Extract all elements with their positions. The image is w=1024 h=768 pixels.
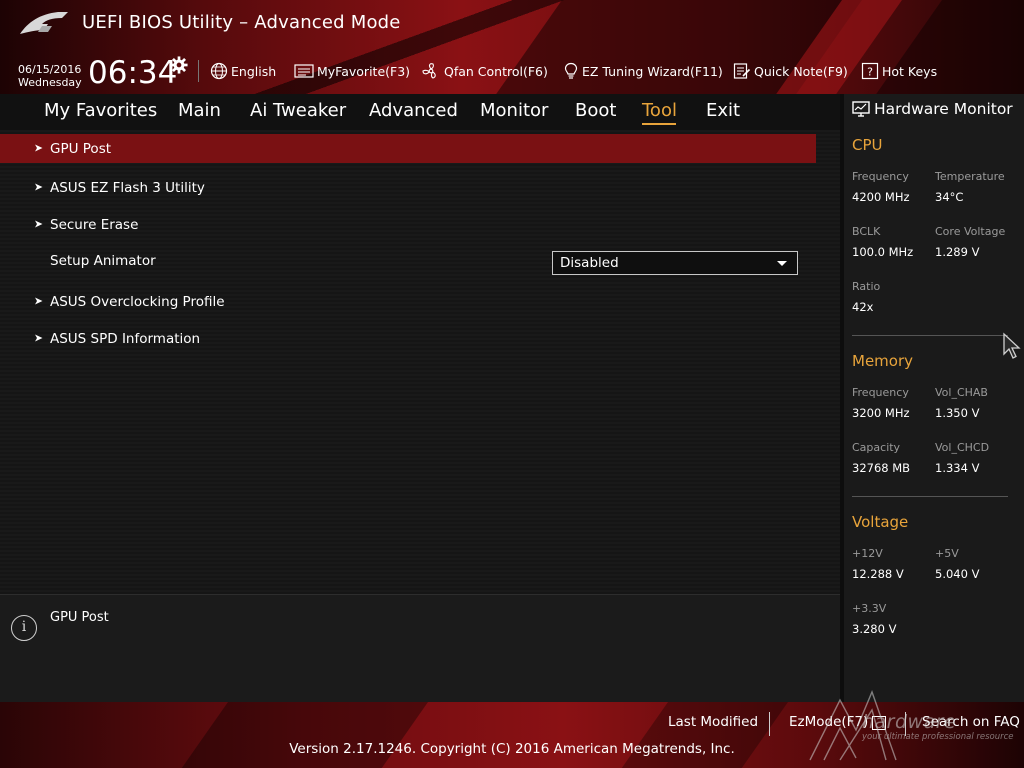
ez-tuning-wizard-button[interactable]: EZ Tuning Wizard(F11) bbox=[563, 62, 723, 80]
cpu-temperature-label: Temperature bbox=[935, 170, 1005, 183]
tab-tool[interactable]: Tool bbox=[642, 100, 677, 121]
bclk-label: BCLK bbox=[852, 225, 881, 238]
ratio-value: 42x bbox=[852, 300, 874, 314]
note-icon bbox=[733, 63, 751, 79]
core-voltage-label: Core Voltage bbox=[935, 225, 1006, 238]
menu-item-label: ASUS SPD Information bbox=[50, 331, 201, 347]
setup-animator-select[interactable]: Disabled bbox=[552, 251, 798, 275]
ez-tuning-wizard-label: EZ Tuning Wizard(F11) bbox=[582, 63, 723, 79]
menu-item-label: Secure Erase bbox=[50, 217, 139, 233]
favorite-list-icon bbox=[294, 64, 314, 78]
date-display[interactable]: 06/15/2016 Wednesday bbox=[18, 63, 82, 89]
tab-advanced[interactable]: Advanced bbox=[369, 100, 458, 121]
info-icon: i bbox=[11, 615, 37, 641]
fan-icon bbox=[422, 63, 436, 79]
qfan-control-button[interactable]: Qfan Control(F6) bbox=[421, 62, 548, 80]
clock-display[interactable]: 06:34 bbox=[88, 55, 177, 91]
capacity-label: Capacity bbox=[852, 441, 901, 454]
hardware-monitor-title: Hardware Monitor bbox=[852, 100, 1013, 118]
header-divider bbox=[198, 60, 199, 82]
capacity-value: 32768 MB bbox=[852, 461, 911, 475]
myfavorite-button[interactable]: MyFavorite(F3) bbox=[294, 62, 410, 80]
hot-keys-button[interactable]: ? Hot Keys bbox=[861, 62, 937, 80]
monitor-icon bbox=[852, 101, 870, 117]
date-text: 06/15/2016 bbox=[18, 63, 82, 76]
globe-icon bbox=[210, 62, 228, 80]
mem-frequency-value: 3200 MHz bbox=[852, 406, 910, 420]
bclk-value: 100.0 MHz bbox=[852, 245, 914, 259]
menu-item-gpu-post[interactable]: GPU Post bbox=[0, 141, 816, 161]
quick-note-button[interactable]: Quick Note(F9) bbox=[733, 62, 848, 80]
tab-exit[interactable]: Exit bbox=[706, 100, 740, 121]
hw-separator bbox=[852, 335, 1008, 336]
hot-keys-label: Hot Keys bbox=[882, 63, 938, 79]
vol-chab-value: 1.350 V bbox=[935, 406, 980, 420]
menu-item-label: GPU Post bbox=[50, 141, 112, 157]
v12-label: +12V bbox=[852, 547, 883, 560]
weekday-text: Wednesday bbox=[18, 76, 82, 89]
hw-separator bbox=[852, 496, 1008, 497]
vol-chab-label: Vol_CHAB bbox=[935, 386, 988, 399]
core-voltage-value: 1.289 V bbox=[935, 245, 980, 259]
lightbulb-icon bbox=[564, 62, 578, 79]
myfavorite-label: MyFavorite(F3) bbox=[317, 63, 411, 79]
v12-value: 12.288 V bbox=[852, 567, 904, 581]
hardware-monitor-label: Hardware Monitor bbox=[874, 100, 1013, 118]
cpu-temperature-value: 34°C bbox=[935, 190, 964, 204]
question-icon: ? bbox=[861, 62, 879, 80]
tab-boot[interactable]: Boot bbox=[575, 100, 616, 121]
gear-icon[interactable] bbox=[170, 56, 188, 74]
rog-logo-icon bbox=[20, 12, 68, 34]
active-tab-underline bbox=[642, 123, 676, 125]
watermark-subtext: your ultimate professional resource bbox=[862, 732, 1014, 742]
quick-note-label: Quick Note(F9) bbox=[754, 63, 848, 79]
menu-item-label: ASUS EZ Flash 3 Utility bbox=[50, 180, 205, 196]
submenu-arrow-icon bbox=[35, 334, 43, 342]
vol-chcd-label: Vol_CHCD bbox=[935, 441, 990, 454]
submenu-arrow-icon bbox=[35, 220, 43, 228]
v5-label: +5V bbox=[935, 547, 959, 560]
language-label: English bbox=[231, 63, 277, 79]
svg-text:?: ? bbox=[867, 66, 873, 79]
mem-frequency-label: Frequency bbox=[852, 386, 909, 399]
vol-chcd-value: 1.334 V bbox=[935, 461, 980, 475]
last-modified-button[interactable]: Last Modified bbox=[668, 714, 758, 730]
help-text: GPU Post bbox=[50, 610, 109, 625]
footer-divider bbox=[769, 712, 770, 736]
cpu-frequency-value: 4200 MHz bbox=[852, 190, 910, 204]
mouse-cursor-icon bbox=[1003, 332, 1021, 359]
setting-label: Setup Animator bbox=[50, 253, 156, 269]
cpu-frequency-label: Frequency bbox=[852, 170, 909, 183]
v33-label: +3.3V bbox=[852, 602, 887, 615]
submenu-arrow-icon bbox=[35, 144, 43, 152]
help-panel bbox=[0, 594, 840, 702]
tab-my-favorites[interactable]: My Favorites bbox=[44, 100, 157, 121]
tab-main[interactable]: Main bbox=[178, 100, 221, 121]
chevron-down-icon bbox=[777, 261, 787, 266]
submenu-arrow-icon bbox=[35, 297, 43, 305]
menu-item-spd-information[interactable]: ASUS SPD Information bbox=[0, 331, 816, 351]
setting-setup-animator: Setup Animator bbox=[0, 253, 540, 273]
tab-ai-tweaker[interactable]: Ai Tweaker bbox=[250, 100, 346, 121]
voltage-heading: Voltage bbox=[852, 513, 909, 531]
ratio-label: Ratio bbox=[852, 280, 881, 293]
menu-item-label: ASUS Overclocking Profile bbox=[50, 294, 225, 310]
menu-item-overclocking-profile[interactable]: ASUS Overclocking Profile bbox=[0, 294, 816, 314]
menu-item-secure-erase[interactable]: Secure Erase bbox=[0, 217, 816, 237]
language-button[interactable]: English bbox=[210, 62, 276, 80]
select-value: Disabled bbox=[560, 255, 619, 271]
v5-value: 5.040 V bbox=[935, 567, 980, 581]
qfan-control-label: Qfan Control(F6) bbox=[444, 63, 548, 79]
tab-monitor[interactable]: Monitor bbox=[480, 100, 548, 121]
memory-heading: Memory bbox=[852, 352, 914, 370]
watermark-text: hardware bbox=[862, 711, 957, 733]
v33-value: 3.280 V bbox=[852, 622, 897, 636]
app-title: UEFI BIOS Utility – Advanced Mode bbox=[82, 12, 401, 33]
cpu-heading: CPU bbox=[852, 136, 883, 154]
submenu-arrow-icon bbox=[35, 183, 43, 191]
menu-item-ez-flash[interactable]: ASUS EZ Flash 3 Utility bbox=[0, 180, 816, 200]
